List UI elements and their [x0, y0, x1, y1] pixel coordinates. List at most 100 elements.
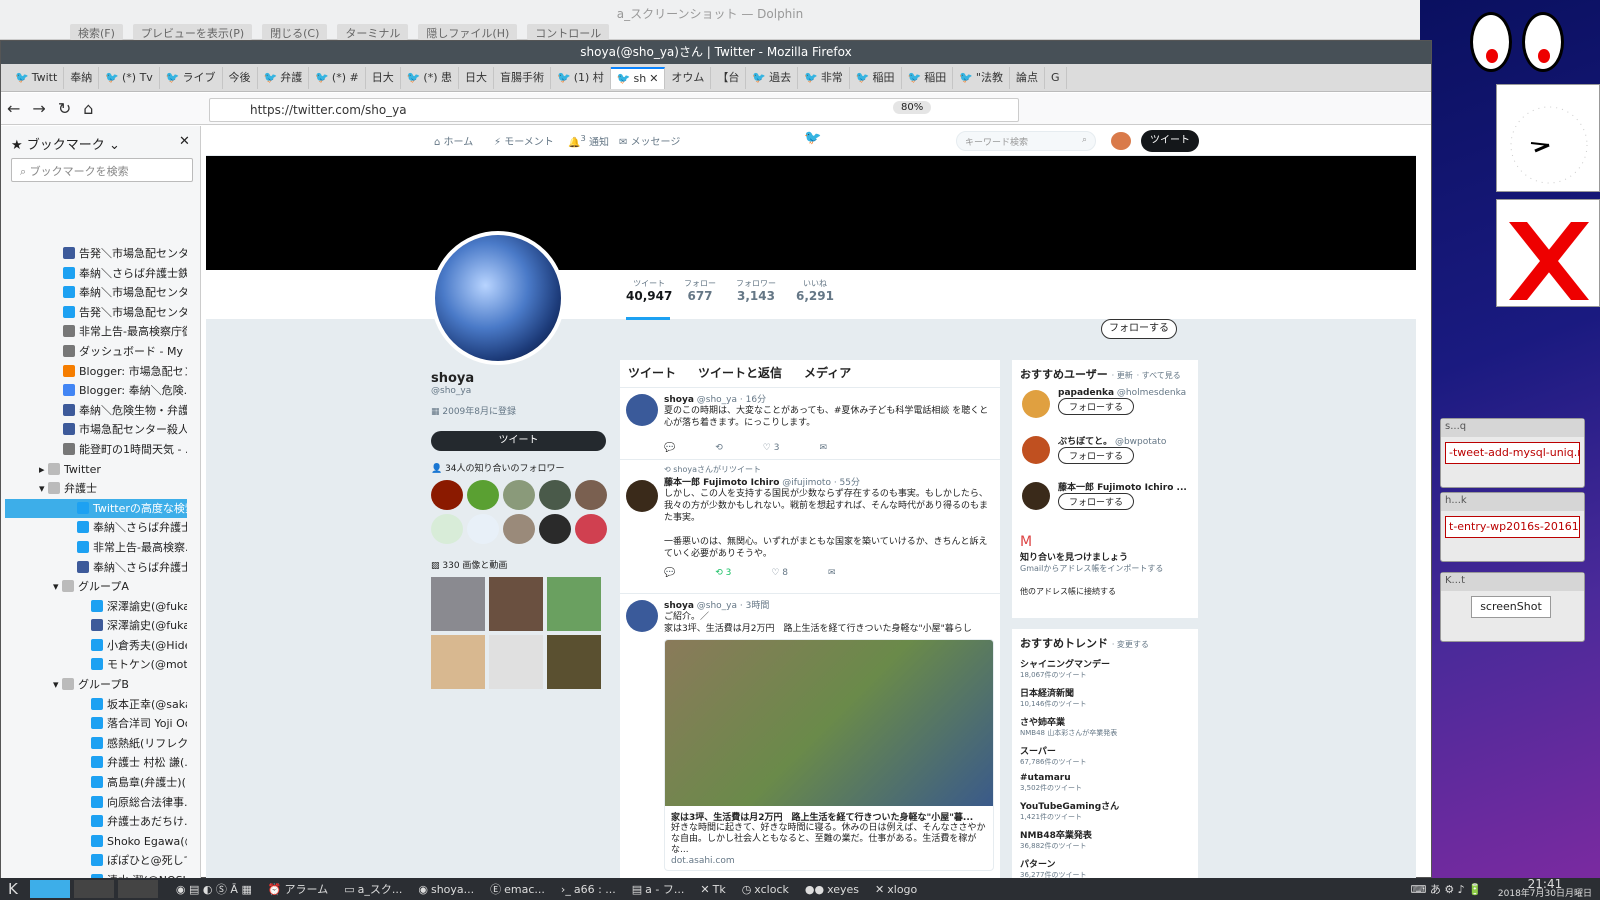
- tab[interactable]: 🐦 (*) Tv: [99, 66, 160, 89]
- known-followers-label[interactable]: 👤 34人の知り合いのフォロワー: [431, 461, 606, 474]
- stat-followers[interactable]: フォロワー 3,143: [736, 278, 776, 303]
- tab-tweets[interactable]: ツイート: [628, 364, 676, 383]
- reply-icon[interactable]: 💬: [664, 443, 675, 453]
- bookmark-item[interactable]: 弁護士 村松 謙(...: [5, 753, 187, 773]
- like-icon[interactable]: ♡ 3: [763, 443, 780, 453]
- tab[interactable]: 論点: [1010, 66, 1045, 89]
- user-avatar[interactable]: [1022, 482, 1050, 510]
- find-friends[interactable]: M 知り合いを見つけましょう Gmailからアドレス帳をインポートする: [1020, 534, 1190, 574]
- pager-desktop-3[interactable]: [117, 880, 158, 898]
- trend-item[interactable]: シャイニングマンデー 18,067件のツイート: [1020, 657, 1190, 680]
- bookmark-item[interactable]: ぽぽひと@死して...: [5, 851, 187, 871]
- tab[interactable]: 🐦 (*) 患: [401, 66, 459, 89]
- kwrite-window-1[interactable]: s...q -tweet-add-mysql-uniq.rl: [1440, 418, 1585, 488]
- refresh-link[interactable]: · 更新: [1112, 371, 1133, 380]
- trend-item[interactable]: #utamaru 3,502件のツイート: [1020, 773, 1190, 793]
- trend-item[interactable]: YouTubeGamingさん 1,421件のツイート: [1020, 799, 1190, 822]
- media-thumb[interactable]: [431, 577, 485, 631]
- follower-avatar[interactable]: [467, 514, 499, 544]
- dolphin-preview-button[interactable]: プレビューを表示(P): [132, 24, 253, 40]
- kde-menu-icon[interactable]: K: [0, 880, 26, 898]
- follower-avatar[interactable]: [431, 480, 463, 510]
- bookmark-search-input[interactable]: ⌕ ブックマークを検索: [11, 158, 193, 182]
- follower-avatar[interactable]: [539, 480, 571, 510]
- tab[interactable]: G: [1045, 66, 1067, 89]
- bookmark-item[interactable]: 弁護士あだちけ...: [5, 812, 187, 832]
- home-icon[interactable]: ⌂: [83, 99, 93, 118]
- reply-icon[interactable]: 💬: [664, 568, 675, 578]
- tweet-compose-button[interactable]: ツイート: [1141, 130, 1199, 152]
- bookmark-item[interactable]: 感熱紙(リフレクタ...: [5, 734, 187, 754]
- follower-avatar[interactable]: [431, 514, 463, 544]
- tree-toggle-icon[interactable]: ▸: [39, 463, 48, 476]
- nav-moments[interactable]: ⚡ モーメント: [494, 133, 554, 148]
- task-xeyes[interactable]: ●● xeyes: [797, 883, 867, 896]
- dolphin-control-button[interactable]: コントロール: [527, 24, 610, 40]
- bookmark-item[interactable]: 奉納＼市場急配センタ...: [5, 283, 187, 303]
- pager-desktop-2[interactable]: [73, 880, 114, 898]
- bookmark-item[interactable]: モトケン(@moto...: [5, 655, 187, 675]
- bookmark-item[interactable]: 向原総合法律事...: [5, 793, 187, 813]
- reload-icon[interactable]: ↻: [58, 99, 71, 118]
- zoom-indicator[interactable]: 80%: [893, 101, 932, 114]
- user-avatar[interactable]: [1022, 436, 1050, 464]
- tweet[interactable]: ⟲ shoyaさんがリツイート 藤本一郎 Fujimoto Ichiro @if…: [620, 460, 1000, 594]
- bookmark-item[interactable]: 奉納＼危険生物・弁護...: [5, 401, 187, 421]
- task-xclock[interactable]: ◷ xclock: [734, 883, 797, 896]
- dolphin-hidden-files-button[interactable]: 隠しファイル(H): [418, 24, 518, 40]
- tweet[interactable]: shoya @sho_ya · 16分 夏のこの時期は、大変なことがあっても、#…: [620, 388, 1000, 460]
- xclock-window[interactable]: [1496, 84, 1600, 192]
- user-avatar[interactable]: [1111, 132, 1131, 150]
- bookmark-item[interactable]: Blogger: 奉納＼危険...: [5, 381, 187, 401]
- twitter-search-input[interactable]: キーワード検索 ⌕: [956, 131, 1096, 151]
- view-all-link[interactable]: · すべて見る: [1137, 371, 1181, 380]
- trend-item[interactable]: 日本経済新聞 10,146件のツイート: [1020, 686, 1190, 709]
- sidebar-title[interactable]: ★ ブックマーク ⌄: [11, 134, 120, 153]
- media-thumb[interactable]: [431, 635, 485, 689]
- tab[interactable]: 奉納: [64, 66, 100, 89]
- bookmark-item[interactable]: 非常上告-最高検察...: [5, 538, 187, 558]
- tweet-avatar[interactable]: [626, 394, 658, 426]
- bookmark-item[interactable]: 高島章(弁護士)(...: [5, 773, 187, 793]
- task-folder[interactable]: ▤ a - フ...: [624, 881, 693, 897]
- clock[interactable]: 21:41 2018年7月30日月曜日: [1490, 878, 1600, 899]
- task-tk[interactable]: ✕ Tk: [692, 883, 733, 896]
- task-emacs[interactable]: Ⓔ emac...: [482, 881, 553, 897]
- bookmark-item[interactable]: ▾ 弁護士: [5, 479, 187, 499]
- xlogo-window[interactable]: [1496, 199, 1600, 307]
- stat-following[interactable]: フォロー 677: [684, 278, 716, 303]
- media-thumb[interactable]: [547, 577, 601, 631]
- trend-item[interactable]: さや姉卒業 NMB48 山本彩さんが卒業発表: [1020, 715, 1190, 738]
- task-xlogo[interactable]: ✕ xlogo: [867, 883, 925, 896]
- bookmark-item[interactable]: Twitterの高度な検索: [5, 498, 187, 519]
- media-thumb[interactable]: [489, 635, 543, 689]
- follower-avatar[interactable]: [575, 480, 607, 510]
- bookmark-item[interactable]: 深澤諭史(@fuka...: [5, 616, 187, 636]
- message-icon[interactable]: ✉: [819, 443, 827, 453]
- stat-tweets[interactable]: ツイート 40,947: [626, 278, 672, 303]
- bookmark-item[interactable]: 能登町の1時間天気 - ...: [5, 440, 187, 460]
- tab[interactable]: 🐦 "法教: [953, 66, 1010, 89]
- follower-avatar[interactable]: [503, 514, 535, 544]
- follow-button[interactable]: フォローする: [1101, 319, 1177, 339]
- tab[interactable]: オウム: [665, 66, 712, 89]
- stat-likes[interactable]: いいね 6,291: [796, 278, 834, 303]
- dolphin-search-button[interactable]: 検索(F): [70, 24, 123, 40]
- tab[interactable]: 日大: [459, 66, 494, 89]
- profile-handle[interactable]: @sho_ya: [431, 386, 606, 396]
- follower-avatar[interactable]: [503, 480, 535, 510]
- bookmark-item[interactable]: 奉納＼さらば弁護士...: [5, 518, 187, 538]
- tree-toggle-icon[interactable]: ▾: [53, 678, 62, 691]
- trend-item[interactable]: パターン 36,277件のツイート: [1020, 857, 1190, 880]
- media-label[interactable]: ▨ 330 画像と動画: [431, 558, 606, 571]
- tab-tweets-replies[interactable]: ツイートと返信: [698, 364, 782, 383]
- back-icon[interactable]: ←: [7, 99, 20, 118]
- tab[interactable]: 【台: [711, 66, 747, 89]
- tab[interactable]: 🐦 (*) #: [309, 66, 366, 89]
- tab[interactable]: 🐦 Twitt: [9, 66, 65, 89]
- profile-avatar[interactable]: [431, 231, 565, 365]
- bookmark-item[interactable]: 落合洋司 Yoji Oc...: [5, 714, 187, 734]
- tree-toggle-icon[interactable]: ▾: [39, 482, 48, 495]
- bookmark-item[interactable]: ▸ Twitter: [5, 460, 187, 480]
- tab[interactable]: 日大: [366, 66, 401, 89]
